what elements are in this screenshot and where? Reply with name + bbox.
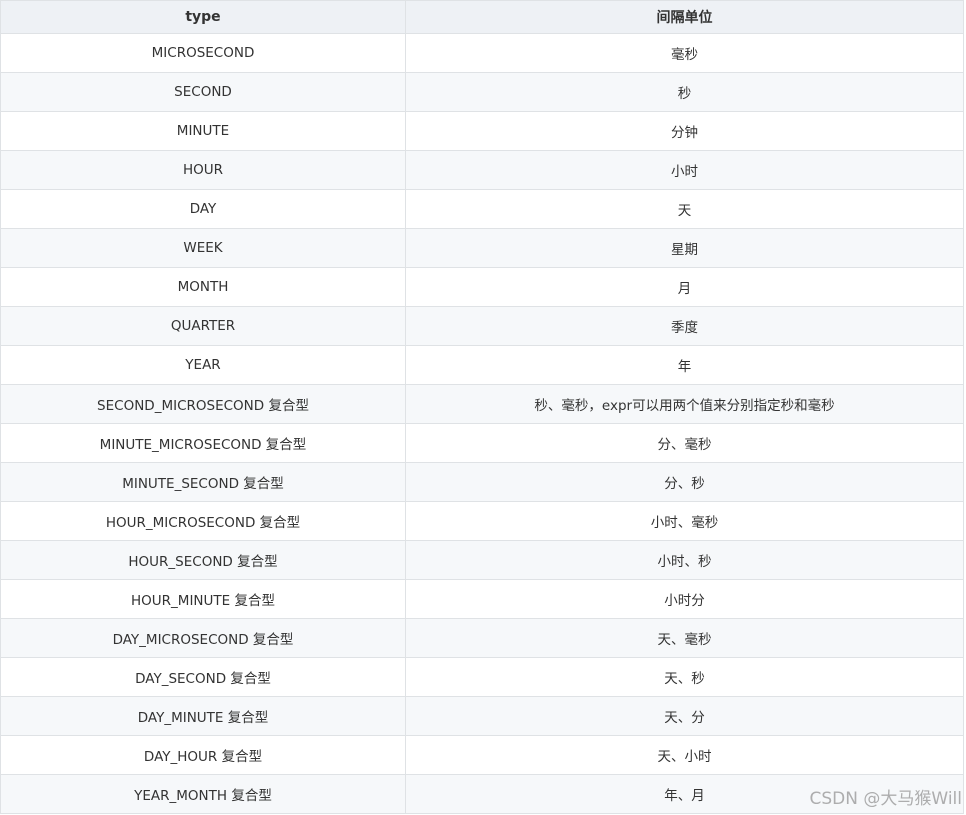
cell-type: YEAR xyxy=(0,345,406,385)
table-row: DAY_MINUTE 复合型 天、分 xyxy=(0,696,964,736)
table-row: HOUR_MINUTE 复合型 小时分 xyxy=(0,579,964,619)
cell-type: QUARTER xyxy=(0,306,406,346)
cell-type: MINUTE_SECOND 复合型 xyxy=(0,462,406,502)
cell-unit: 季度 xyxy=(405,306,964,346)
cell-unit: 分、毫秒 xyxy=(405,423,964,463)
cell-type: SECOND xyxy=(0,72,406,112)
cell-unit: 天、毫秒 xyxy=(405,618,964,658)
cell-type: HOUR_MICROSECOND 复合型 xyxy=(0,501,406,541)
cell-type: DAY_MICROSECOND 复合型 xyxy=(0,618,406,658)
table-row: YEAR_MONTH 复合型 年、月 xyxy=(0,774,964,814)
cell-unit: 小时分 xyxy=(405,579,964,619)
cell-unit: 天、分 xyxy=(405,696,964,736)
cell-type: MONTH xyxy=(0,267,406,307)
cell-unit: 天 xyxy=(405,189,964,229)
cell-unit: 年、月 xyxy=(405,774,964,814)
cell-type: MICROSECOND xyxy=(0,33,406,73)
cell-type: DAY_MINUTE 复合型 xyxy=(0,696,406,736)
cell-type: SECOND_MICROSECOND 复合型 xyxy=(0,384,406,424)
cell-unit: 分钟 xyxy=(405,111,964,151)
cell-unit: 年 xyxy=(405,345,964,385)
cell-type: HOUR_SECOND 复合型 xyxy=(0,540,406,580)
cell-unit: 天、小时 xyxy=(405,735,964,775)
table-row: MINUTE_SECOND 复合型 分、秒 xyxy=(0,462,964,502)
cell-type: DAY_SECOND 复合型 xyxy=(0,657,406,697)
cell-type: MINUTE_MICROSECOND 复合型 xyxy=(0,423,406,463)
cell-unit: 天、秒 xyxy=(405,657,964,697)
table-row: DAY_HOUR 复合型 天、小时 xyxy=(0,735,964,775)
cell-type: HOUR xyxy=(0,150,406,190)
cell-unit: 星期 xyxy=(405,228,964,268)
table-row: MICROSECOND 毫秒 xyxy=(0,33,964,73)
table-row: YEAR 年 xyxy=(0,345,964,385)
cell-type: MINUTE xyxy=(0,111,406,151)
table-row: DAY 天 xyxy=(0,189,964,229)
table-header-row: type 间隔单位 xyxy=(0,0,964,34)
table-row: HOUR 小时 xyxy=(0,150,964,190)
cell-unit: 小时、毫秒 xyxy=(405,501,964,541)
cell-type: YEAR_MONTH 复合型 xyxy=(0,774,406,814)
cell-type: DAY xyxy=(0,189,406,229)
table-row: MINUTE_MICROSECOND 复合型 分、毫秒 xyxy=(0,423,964,463)
cell-type: HOUR_MINUTE 复合型 xyxy=(0,579,406,619)
cell-unit: 毫秒 xyxy=(405,33,964,73)
cell-unit: 分、秒 xyxy=(405,462,964,502)
table-row: SECOND 秒 xyxy=(0,72,964,112)
table-row: MINUTE 分钟 xyxy=(0,111,964,151)
interval-type-table: type 间隔单位 MICROSECOND 毫秒 SECOND 秒 MINUTE… xyxy=(0,0,964,814)
cell-unit: 小时、秒 xyxy=(405,540,964,580)
table-row: SECOND_MICROSECOND 复合型 秒、毫秒，expr可以用两个值来分… xyxy=(0,384,964,424)
cell-unit: 小时 xyxy=(405,150,964,190)
cell-type: WEEK xyxy=(0,228,406,268)
cell-unit: 月 xyxy=(405,267,964,307)
table-row: DAY_SECOND 复合型 天、秒 xyxy=(0,657,964,697)
table-row: QUARTER 季度 xyxy=(0,306,964,346)
cell-type: DAY_HOUR 复合型 xyxy=(0,735,406,775)
table-row: MONTH 月 xyxy=(0,267,964,307)
interval-type-table-container: type 间隔单位 MICROSECOND 毫秒 SECOND 秒 MINUTE… xyxy=(0,0,964,815)
table-row: DAY_MICROSECOND 复合型 天、毫秒 xyxy=(0,618,964,658)
table-row: HOUR_MICROSECOND 复合型 小时、毫秒 xyxy=(0,501,964,541)
header-interval-unit: 间隔单位 xyxy=(405,0,964,34)
cell-unit: 秒 xyxy=(405,72,964,112)
table-row: HOUR_SECOND 复合型 小时、秒 xyxy=(0,540,964,580)
cell-unit: 秒、毫秒，expr可以用两个值来分别指定秒和毫秒 xyxy=(405,384,964,424)
table-row: WEEK 星期 xyxy=(0,228,964,268)
header-type: type xyxy=(0,0,406,34)
